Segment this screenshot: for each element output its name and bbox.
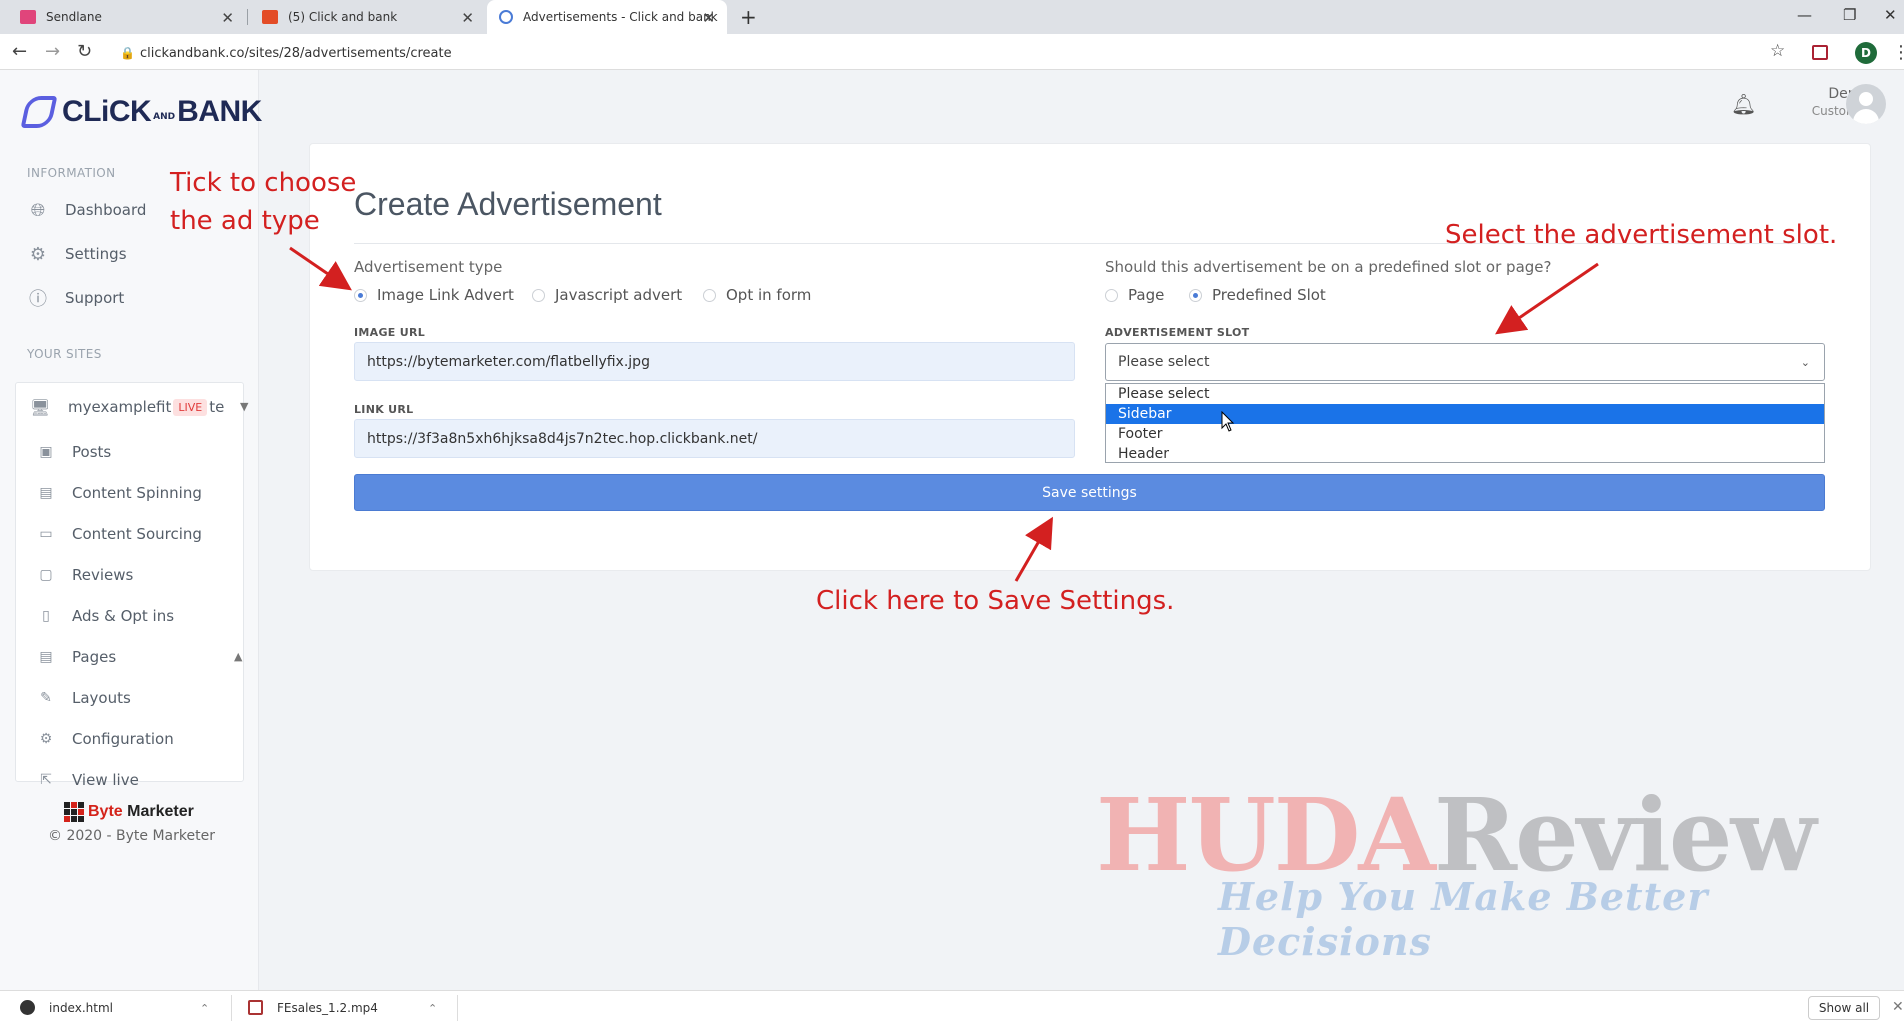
divider — [231, 995, 232, 1021]
show-all-button[interactable]: Show all — [1808, 996, 1880, 1020]
download-name: index.html — [49, 1000, 113, 1015]
arrow-to-ad-type — [289, 246, 352, 291]
divider — [457, 995, 458, 1021]
chevron-up-icon[interactable]: ⌃ — [428, 1002, 437, 1015]
downloads-bar: index.html ⌃ FEsales_1.2.mp4 ⌃ Show all … — [0, 990, 1904, 1023]
arrow-to-save — [1014, 516, 1053, 582]
close-downloads-icon[interactable]: ✕ — [1892, 999, 1904, 1015]
download-item[interactable]: index.html — [20, 1000, 113, 1015]
download-item[interactable]: FEsales_1.2.mp4 — [248, 1000, 378, 1015]
chevron-up-icon[interactable]: ⌃ — [200, 1002, 209, 1015]
arrow-to-slot — [1495, 262, 1599, 335]
watermark-tagline: Help You Make Better Decisions — [1218, 874, 1709, 964]
download-name: FEsales_1.2.mp4 — [277, 1000, 378, 1015]
video-file-icon — [248, 1000, 263, 1015]
html-file-icon — [20, 1000, 35, 1015]
